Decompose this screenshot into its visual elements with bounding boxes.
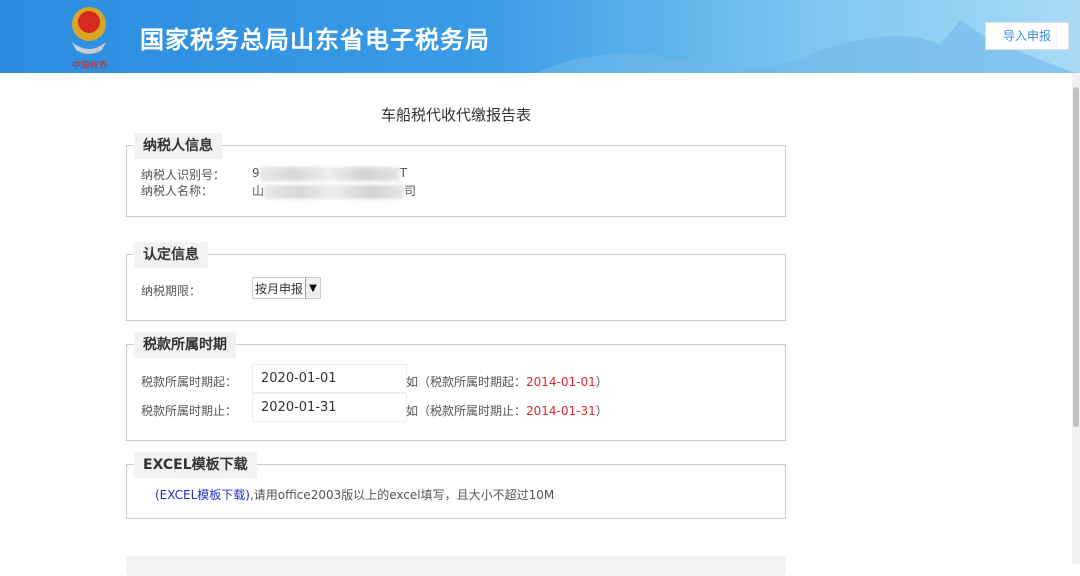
- excel-note: (EXCEL模板下载),请用office2003版以上的excel填写，且大小不…: [155, 488, 555, 502]
- tax-period-limit-select[interactable]: 按月申报 ▼: [252, 277, 322, 299]
- scrollbar-thumb[interactable]: [1073, 87, 1079, 427]
- excel-template-download-link[interactable]: (EXCEL模板下载): [155, 488, 250, 502]
- selected-option: 按月申报: [255, 281, 304, 296]
- vertical-scrollbar[interactable]: [1072, 73, 1080, 564]
- period-end-input[interactable]: 2020-01-31: [252, 393, 407, 422]
- period-end-hint: 如（税款所属时期止：2014-01-31）: [406, 404, 608, 418]
- import-declaration-button[interactable]: 导入申报: [985, 22, 1069, 50]
- taxpayer-id-value: 9T: [252, 166, 407, 181]
- period-end-label: 税款所属时期止：: [141, 404, 238, 418]
- taxpayer-name-value: 山司: [252, 184, 417, 199]
- chevron-down-icon[interactable]: ▼: [305, 278, 321, 298]
- section-legend: 认定信息: [134, 242, 208, 268]
- period-start-label: 税款所属时期起：: [141, 375, 238, 389]
- site-title: 国家税务总局山东省电子税务局: [140, 26, 490, 54]
- determination-info-section: 认定信息 纳税期限： 按月申报 ▼: [126, 242, 786, 321]
- bottom-panel: [126, 556, 786, 576]
- section-legend: EXCEL模板下载: [134, 452, 257, 478]
- svg-text:中国税务: 中国税务: [71, 60, 108, 70]
- tax-emblem-logo: 中国税务: [71, 7, 108, 70]
- taxpayer-name-label: 纳税人名称：: [141, 184, 214, 198]
- header-banner: 中国税务 国家税务总局山东省电子税务局 导入申报: [0, 0, 1080, 73]
- tax-period-limit-label: 纳税期限：: [141, 284, 202, 298]
- taxpayer-id-label: 纳税人识别号：: [141, 168, 226, 182]
- tax-period-section: 税款所属时期 税款所属时期起： 2020-01-01 如（税款所属时期起：201…: [126, 332, 786, 441]
- page-title: 车船税代收代缴报告表: [380, 106, 531, 124]
- section-legend: 税款所属时期: [134, 332, 236, 358]
- period-start-input[interactable]: 2020-01-01: [252, 364, 407, 393]
- excel-template-section: EXCEL模板下载 (EXCEL模板下载),请用office2003版以上的ex…: [126, 452, 786, 519]
- section-legend: 纳税人信息: [134, 133, 222, 159]
- period-start-hint: 如（税款所属时期起：2014-01-01）: [406, 375, 608, 389]
- taxpayer-info-section: 纳税人信息 纳税人识别号： 9T 纳税人名称： 山司: [126, 133, 786, 217]
